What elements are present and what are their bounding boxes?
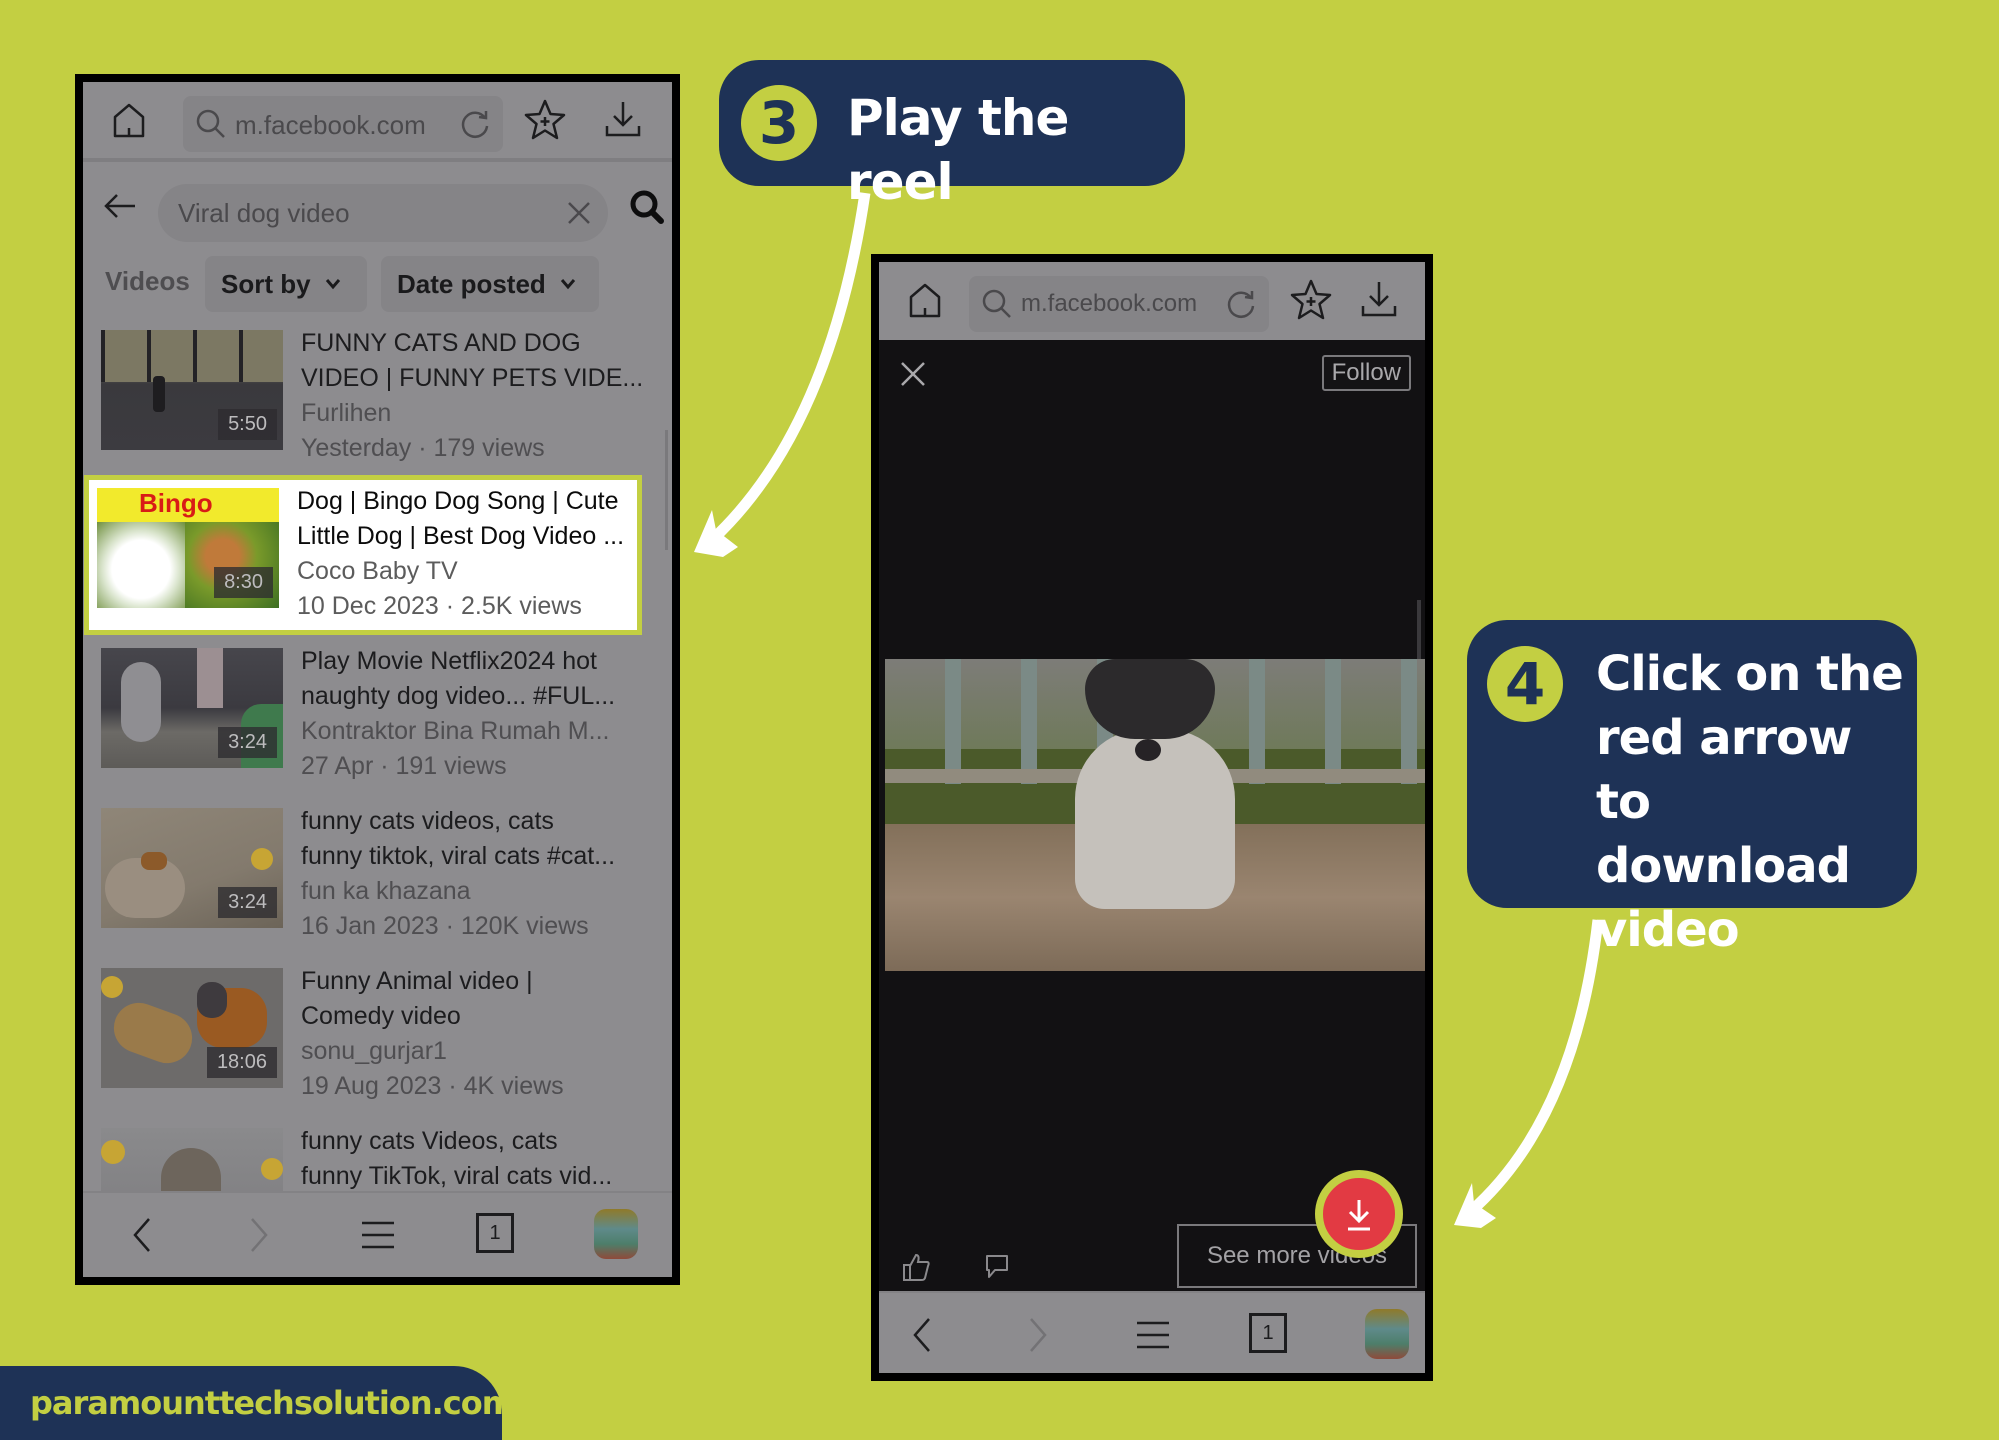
left-phone-screenshot: m.facebook.com Viral dog video Videos So… xyxy=(75,74,680,1285)
video-duration: 5:50 xyxy=(218,409,277,440)
search-icon xyxy=(196,109,225,138)
comment-icon[interactable] xyxy=(983,1252,1011,1280)
step-number-badge: 3 xyxy=(741,85,817,161)
close-icon[interactable] xyxy=(899,360,927,388)
download-arrow-icon xyxy=(1348,1200,1370,1231)
menu-icon[interactable] xyxy=(1133,1315,1173,1355)
video-result[interactable]: 18:06 Funny Animal video | Comedy video s… xyxy=(93,960,668,1110)
video-meta: Yesterday · 179 views xyxy=(301,434,545,462)
video-title: Dog | Bingo Dog Song | Cute Little Dog | … xyxy=(297,487,625,550)
brand-footer: paramounttechsolution.com xyxy=(0,1366,515,1440)
step-3-instruction: Play the reel xyxy=(847,89,1069,211)
reload-icon[interactable] xyxy=(1225,288,1257,320)
filter-row: Videos Sort by Date posted xyxy=(83,248,672,318)
thumbnail-label: Bingo xyxy=(139,488,213,518)
step-4-callout: 4 Click on the red arrow to download vid… xyxy=(1467,620,1917,958)
video-result-highlighted[interactable]: Bingo 8:30 Dog | Bingo Dog Song | Cute Li… xyxy=(84,475,642,635)
home-icon[interactable] xyxy=(109,100,149,140)
bookmark-star-icon[interactable] xyxy=(1289,278,1333,322)
browser-toolbar: m.facebook.com xyxy=(83,82,672,162)
date-posted-label: Date posted xyxy=(397,268,546,299)
video-duration: 3:24 xyxy=(218,727,277,758)
sort-by-label: Sort by xyxy=(221,268,311,299)
browser-bottom-nav: 1 xyxy=(83,1191,672,1277)
video-thumbnail: 5:50 xyxy=(101,330,283,450)
right-phone-screenshot: m.facebook.com Follow See more videos 1 xyxy=(871,254,1433,1381)
search-input[interactable]: Viral dog video xyxy=(158,184,608,242)
arrow-to-download-button xyxy=(1454,919,1604,1228)
close-icon[interactable] xyxy=(566,200,592,226)
back-icon[interactable] xyxy=(903,1315,943,1355)
like-icon[interactable] xyxy=(901,1252,931,1282)
video-channel: Coco Baby TV xyxy=(297,557,458,585)
step-3-callout: 3 Play the reel xyxy=(719,60,1185,211)
video-meta: 19 Aug 2023 · 4K views xyxy=(301,1072,564,1100)
profile-avatar[interactable] xyxy=(1365,1309,1409,1359)
download-video-button[interactable] xyxy=(1315,1170,1403,1258)
back-arrow-icon[interactable] xyxy=(101,188,139,224)
reload-icon[interactable] xyxy=(459,108,491,140)
back-icon[interactable] xyxy=(123,1215,163,1255)
sort-by-dropdown[interactable]: Sort by xyxy=(205,256,367,312)
profile-avatar[interactable] xyxy=(594,1209,638,1259)
right-phone-screen: m.facebook.com Follow See more videos 1 xyxy=(879,262,1425,1373)
scrollbar[interactable] xyxy=(665,430,668,550)
home-icon[interactable] xyxy=(905,280,945,320)
video-channel: fun ka khazana xyxy=(301,877,471,905)
video-meta: 10 Dec 2023 · 2.5K views xyxy=(297,592,582,620)
browser-toolbar: m.facebook.com xyxy=(879,262,1425,340)
video-channel: sonu_gurjar1 xyxy=(301,1037,447,1065)
chevron-down-icon xyxy=(325,279,340,290)
search-icon[interactable] xyxy=(628,188,666,226)
tab-count-button[interactable]: 1 xyxy=(476,1213,514,1253)
video-result[interactable]: 5:50 FUNNY CATS AND DOG VIDEO | FUNNY PET… xyxy=(93,322,668,472)
video-thumbnail: 3:24 xyxy=(101,808,283,928)
bookmark-star-icon[interactable] xyxy=(523,98,567,142)
video-title: Funny Animal video | Comedy video xyxy=(301,967,533,1030)
video-thumbnail: 18:06 xyxy=(101,968,283,1088)
video-duration: 8:30 xyxy=(214,567,273,598)
step-4-instruction: Click on the red arrow to download video xyxy=(1596,646,1904,958)
video-result[interactable]: 3:24 Play Movie Netflix2024 hot naughty d… xyxy=(93,640,668,790)
left-phone-screen: m.facebook.com Viral dog video Videos So… xyxy=(83,82,672,1277)
video-title: funny cats videos, cats funny tiktok, vir… xyxy=(301,807,616,870)
date-posted-dropdown[interactable]: Date posted xyxy=(381,256,599,312)
follow-button[interactable]: Follow xyxy=(1321,355,1411,391)
video-duration: 18:06 xyxy=(206,1047,277,1078)
video-channel: Furlihen xyxy=(301,399,392,427)
forward-icon[interactable] xyxy=(238,1215,278,1255)
browser-bottom-nav: 1 xyxy=(879,1291,1425,1373)
menu-icon[interactable] xyxy=(358,1215,398,1255)
forward-icon[interactable] xyxy=(1017,1315,1057,1355)
video-title: Play Movie Netflix2024 hot naughty dog vi… xyxy=(301,647,616,710)
search-query: Viral dog video xyxy=(178,198,350,228)
download-icon[interactable] xyxy=(1359,278,1399,320)
video-duration: 3:24 xyxy=(218,887,277,918)
address-bar[interactable]: m.facebook.com xyxy=(969,276,1269,332)
download-icon[interactable] xyxy=(603,98,643,140)
reel-video-player[interactable] xyxy=(885,659,1425,971)
search-icon xyxy=(982,289,1011,318)
search-row: Viral dog video xyxy=(83,166,672,248)
video-thumbnail: 3:24 xyxy=(101,648,283,768)
scrollbar[interactable] xyxy=(1417,600,1421,660)
video-title: funny cats Videos, cats funny TikTok, vir… xyxy=(301,1127,613,1190)
url-text: m.facebook.com xyxy=(235,110,426,140)
arrow-to-highlighted-result xyxy=(694,192,871,557)
chevron-down-icon xyxy=(560,279,575,290)
video-thumbnail: Bingo 8:30 xyxy=(97,488,279,608)
videos-filter-label: Videos xyxy=(105,266,190,296)
video-title: FUNNY CATS AND DOG VIDEO | FUNNY PETS VID… xyxy=(301,329,644,392)
video-result[interactable]: 3:24 funny cats videos, cats funny tiktok… xyxy=(93,800,668,950)
step-number-badge: 4 xyxy=(1487,646,1563,722)
video-channel: Kontraktor Bina Rumah M... xyxy=(301,717,610,745)
url-text: m.facebook.com xyxy=(1021,290,1198,317)
brand-website: paramounttechsolution.com xyxy=(30,1384,515,1422)
tab-count-button[interactable]: 1 xyxy=(1249,1313,1287,1353)
video-meta: 27 Apr · 191 views xyxy=(301,752,507,780)
video-meta: 16 Jan 2023 · 120K views xyxy=(301,912,589,940)
address-bar[interactable]: m.facebook.com xyxy=(183,96,503,152)
